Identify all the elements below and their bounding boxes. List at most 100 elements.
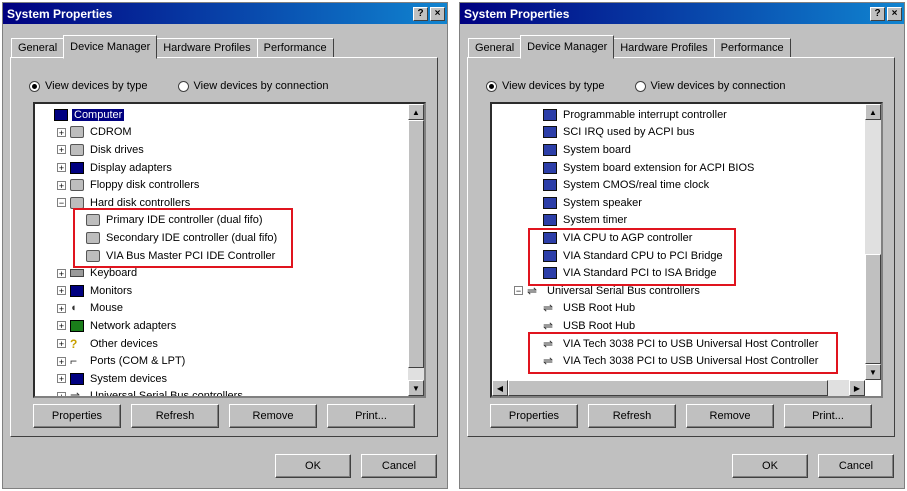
help-button[interactable]: ? bbox=[413, 6, 428, 21]
refresh-button[interactable]: Refresh bbox=[131, 404, 219, 428]
tree-row-label: USB Root Hub bbox=[563, 302, 636, 315]
ok-button[interactable]: OK bbox=[275, 454, 351, 478]
ok-button[interactable]: OK bbox=[732, 454, 808, 478]
cancel-button[interactable]: Cancel bbox=[361, 454, 437, 478]
expand-icon[interactable]: + bbox=[57, 268, 66, 278]
monitor-icon bbox=[70, 284, 84, 297]
tree-row[interactable]: + ⌐ Ports (COM & LPT) bbox=[37, 352, 406, 370]
horizontal-scrollbar[interactable]: ◀ ▶ bbox=[492, 380, 865, 396]
view-by-connection-radio[interactable]: View devices by connection bbox=[177, 80, 329, 92]
highlight-box-ide-controllers bbox=[73, 208, 293, 268]
cancel-button[interactable]: Cancel bbox=[818, 454, 894, 478]
tree-row-label: Computer bbox=[72, 108, 125, 121]
tree-row[interactable]: + System devices bbox=[37, 370, 406, 388]
usb-icon: ⇌ bbox=[543, 318, 554, 333]
scroll-thumb[interactable] bbox=[508, 380, 828, 396]
vertical-scrollbar[interactable]: ▲ ▼ bbox=[865, 104, 881, 380]
title-bar[interactable]: System Properties ? × bbox=[3, 3, 447, 24]
window-title: System Properties bbox=[464, 6, 570, 21]
scroll-down-icon[interactable]: ▼ bbox=[408, 380, 424, 396]
collapse-icon[interactable]: − bbox=[57, 198, 66, 208]
help-button[interactable]: ? bbox=[870, 6, 885, 21]
expand-icon[interactable]: + bbox=[57, 356, 66, 366]
tree-row[interactable]: ⇌ USB Root Hub bbox=[494, 300, 863, 318]
tree-row[interactable]: System board extension for ACPI BIOS bbox=[494, 159, 863, 177]
collapse-icon[interactable]: − bbox=[514, 286, 523, 296]
expand-icon[interactable]: + bbox=[57, 163, 66, 173]
scroll-thumb[interactable] bbox=[408, 120, 424, 368]
print-button[interactable]: Print... bbox=[327, 404, 415, 428]
tree-row-label: Display adapters bbox=[90, 161, 172, 174]
expand-icon[interactable]: + bbox=[57, 286, 66, 296]
scroll-up-icon[interactable]: ▲ bbox=[865, 104, 881, 120]
close-button[interactable]: × bbox=[430, 6, 445, 21]
keyboard-icon bbox=[70, 269, 84, 278]
tab-hardware-profiles[interactable]: Hardware Profiles bbox=[156, 38, 258, 58]
tree-row[interactable]: + Floppy disk controllers bbox=[37, 176, 406, 194]
tree-row[interactable]: + Display adapters bbox=[37, 159, 406, 177]
expand-icon[interactable]: + bbox=[57, 321, 66, 331]
scroll-up-icon[interactable]: ▲ bbox=[408, 104, 424, 120]
expand-icon[interactable]: + bbox=[57, 339, 66, 349]
tree-row[interactable]: System speaker bbox=[494, 194, 863, 212]
tab-general[interactable]: General bbox=[468, 38, 522, 58]
tree-row[interactable]: + ◖ Mouse bbox=[37, 300, 406, 318]
scroll-right-icon[interactable]: ▶ bbox=[849, 380, 865, 396]
tree-row-label: Ports (COM & LPT) bbox=[90, 355, 186, 368]
expand-icon[interactable]: + bbox=[57, 303, 66, 313]
view-by-connection-label: View devices by connection bbox=[193, 80, 329, 92]
tab-performance[interactable]: Performance bbox=[713, 38, 791, 58]
expand-icon[interactable]: + bbox=[57, 127, 66, 137]
tree-row-label: System board extension for ACPI BIOS bbox=[563, 161, 755, 174]
tree-row[interactable]: SCI IRQ used by ACPI bus bbox=[494, 124, 863, 142]
tree-row[interactable]: System CMOS/real time clock bbox=[494, 176, 863, 194]
tree-row[interactable]: + Monitors bbox=[37, 282, 406, 300]
expand-icon[interactable]: + bbox=[57, 374, 66, 384]
radio-dot bbox=[177, 80, 189, 92]
action-buttons: Properties Refresh Remove Print... bbox=[490, 404, 872, 428]
tab-strip: General Device Manager Hardware Profiles… bbox=[11, 34, 334, 59]
tree-row[interactable]: System timer bbox=[494, 212, 863, 230]
view-by-type-radio[interactable]: View devices by type bbox=[486, 80, 605, 92]
view-by-connection-radio[interactable]: View devices by connection bbox=[634, 80, 785, 92]
tree-row[interactable]: + Network adapters bbox=[37, 317, 406, 335]
remove-button[interactable]: Remove bbox=[686, 404, 774, 428]
properties-button[interactable]: Properties bbox=[33, 404, 121, 428]
scroll-down-icon[interactable]: ▼ bbox=[865, 364, 881, 380]
tree-row-label: CDROM bbox=[90, 126, 132, 139]
tree-row[interactable]: + ⇌ Universal Serial Bus controllers bbox=[37, 388, 406, 398]
tab-hardware-profiles[interactable]: Hardware Profiles bbox=[613, 38, 715, 58]
tab-performance[interactable]: Performance bbox=[256, 38, 334, 58]
tree-row-label: System CMOS/real time clock bbox=[563, 179, 710, 192]
tree-row[interactable]: + Disk drives bbox=[37, 141, 406, 159]
title-bar[interactable]: System Properties ? × bbox=[460, 3, 904, 24]
refresh-button[interactable]: Refresh bbox=[588, 404, 676, 428]
tree-row[interactable]: +? Other devices bbox=[37, 335, 406, 353]
tree-row[interactable]: System board bbox=[494, 141, 863, 159]
dialog-buttons: OK Cancel bbox=[732, 454, 894, 478]
properties-button[interactable]: Properties bbox=[490, 404, 578, 428]
chip-icon bbox=[543, 196, 557, 209]
usb-icon: ⇌ bbox=[70, 389, 81, 398]
tree-row[interactable]: + CDROM bbox=[37, 124, 406, 142]
chip-icon bbox=[543, 179, 557, 192]
tab-device-manager[interactable]: Device Manager bbox=[520, 35, 615, 59]
expand-icon[interactable]: + bbox=[57, 391, 66, 396]
chip-icon bbox=[543, 108, 557, 121]
close-button[interactable]: × bbox=[887, 6, 902, 21]
tree-row-label: System devices bbox=[90, 372, 168, 385]
scroll-left-icon[interactable]: ◀ bbox=[492, 380, 508, 396]
view-by-type-radio[interactable]: View devices by type bbox=[29, 80, 148, 92]
scroll-thumb[interactable] bbox=[865, 254, 881, 364]
question-icon: ? bbox=[70, 336, 78, 351]
expand-icon[interactable]: + bbox=[57, 145, 66, 155]
tree-row[interactable]: Computer bbox=[37, 106, 406, 124]
remove-button[interactable]: Remove bbox=[229, 404, 317, 428]
print-button[interactable]: Print... bbox=[784, 404, 872, 428]
tree-row[interactable]: Programmable interrupt controller bbox=[494, 106, 863, 124]
vertical-scrollbar[interactable]: ▲ ▼ bbox=[408, 104, 424, 396]
system-properties-window-right: System Properties ? × General Device Man… bbox=[459, 2, 905, 489]
tab-general[interactable]: General bbox=[11, 38, 65, 58]
tab-device-manager[interactable]: Device Manager bbox=[63, 35, 158, 59]
expand-icon[interactable]: + bbox=[57, 180, 66, 190]
